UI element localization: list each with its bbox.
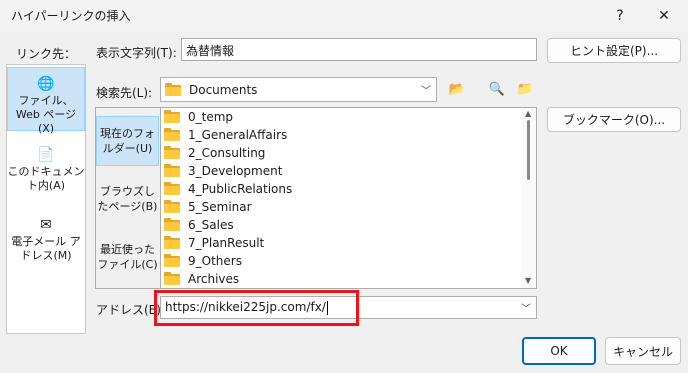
list-item[interactable]: Archives — [164, 270, 239, 288]
chevron-down-icon[interactable]: ﹀ — [517, 297, 535, 318]
link-file-web-page[interactable]: 🌐 ファイル、Web ページ(X) — [7, 67, 85, 135]
list-item[interactable]: 5_Seminar — [164, 198, 252, 216]
list-item[interactable]: 4_PublicRelations — [164, 180, 292, 198]
folder-icon — [164, 254, 180, 267]
list-item[interactable]: 6_Sales — [164, 216, 234, 234]
scrollbar[interactable]: ▲ ▼ — [522, 108, 536, 288]
list-item[interactable]: 0_temp — [164, 108, 233, 126]
help-button[interactable]: ? — [598, 0, 642, 32]
link-email-address-label: 電子メール アドレス(M) — [11, 235, 81, 262]
browse-options-panel: 現在のフォルダー(U) ブラウズしたページ(B) 最近使ったファイル(C) — [95, 107, 160, 289]
look-in-label: 検索先(L): — [96, 86, 153, 100]
cancel-button[interactable]: キャンセル — [605, 337, 681, 365]
link-to-panel: 🌐 ファイル、Web ページ(X) 📄 このドキュメント内(A) ✉ 電子メール… — [6, 64, 86, 334]
list-item[interactable]: 1_GeneralAffairs — [164, 126, 287, 144]
folder-icon — [164, 218, 180, 231]
email-icon: ✉ — [40, 217, 52, 233]
folder-icon — [165, 82, 181, 96]
close-button[interactable]: ✕ — [642, 0, 686, 32]
link-this-document[interactable]: 📄 このドキュメント内(A) — [7, 141, 85, 201]
window-title: ハイパーリンクの挿入 — [11, 9, 131, 23]
ok-button[interactable]: OK — [522, 337, 596, 365]
list-item[interactable]: 9_Others — [164, 252, 242, 270]
browse-recent-files[interactable]: 最近使ったファイル(C) — [96, 236, 159, 280]
up-folder-icon[interactable]: 📂 — [445, 78, 469, 100]
folder-icon — [164, 236, 180, 249]
folder-icon — [164, 182, 180, 195]
link-email-address[interactable]: ✉ 電子メール アドレス(M) — [7, 211, 85, 271]
link-this-document-label: このドキュメント内(A) — [7, 165, 85, 192]
folder-icon — [164, 128, 180, 141]
scroll-up-icon[interactable]: ▲ — [525, 109, 531, 118]
file-list[interactable]: 0_temp 1_GeneralAffairs 2_Consulting 3_D… — [160, 107, 537, 289]
look-in-dropdown[interactable]: Documents ﹀ — [160, 77, 437, 102]
folder-icon — [164, 110, 180, 123]
address-highlight — [154, 290, 359, 326]
display-text-input[interactable]: 為替情報 — [181, 38, 537, 61]
link-to-label: リンク先： — [16, 47, 77, 61]
browse-browsed-pages[interactable]: ブラウズしたページ(B) — [96, 178, 159, 222]
screentip-button[interactable]: ヒント設定(P)... — [547, 38, 681, 63]
browse-current-folder[interactable]: 現在のフォルダー(U) — [96, 116, 159, 166]
bookmark-button[interactable]: ブックマーク(O)... — [547, 107, 681, 132]
folder-icon — [164, 272, 180, 285]
display-text-label: 表示文字列(T): — [96, 46, 177, 60]
folder-icon — [164, 200, 180, 213]
list-item[interactable]: 2_Consulting — [164, 144, 265, 162]
chevron-down-icon[interactable]: ﹀ — [417, 79, 435, 100]
globe-file-icon: 🌐 — [37, 76, 55, 92]
scroll-thumb[interactable] — [527, 120, 530, 180]
scroll-down-icon[interactable]: ▼ — [525, 276, 531, 285]
look-in-value: Documents — [189, 82, 258, 97]
list-item[interactable]: 7_PlanResult — [164, 234, 264, 252]
browse-file-icon[interactable]: 📁 — [513, 78, 537, 100]
folder-icon — [164, 164, 180, 177]
link-file-web-page-label: ファイル、Web ページ(X) — [15, 94, 77, 135]
folder-icon — [164, 146, 180, 159]
browse-web-icon[interactable]: 🔍 — [485, 78, 509, 100]
document-icon: 📄 — [37, 147, 55, 163]
list-item[interactable]: 3_Development — [164, 162, 282, 180]
